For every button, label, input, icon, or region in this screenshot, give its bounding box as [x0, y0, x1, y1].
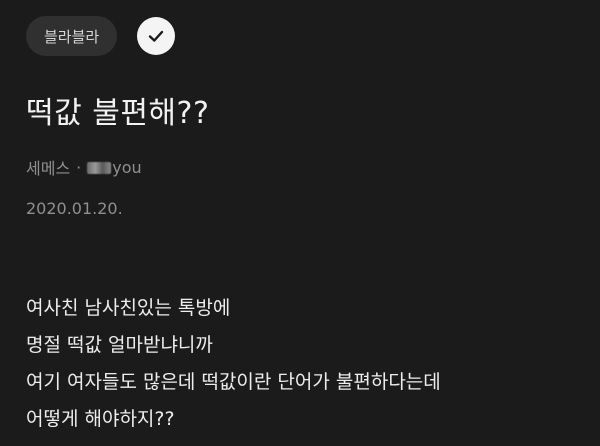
- author-nickname[interactable]: you: [87, 157, 142, 177]
- author-line: 세메스 · you: [26, 155, 142, 179]
- post-body-line: 어떻게 해야하지??: [26, 408, 175, 430]
- redacted-nickname-blur: [87, 162, 112, 174]
- post-title: 떡값 불편해??: [26, 96, 210, 131]
- post-body-line: 명절 떡값 얼마받냐니까: [26, 334, 213, 356]
- check-mark-icon: [149, 30, 164, 42]
- post-body: 여사친 남사친있는 톡방에 명절 떡값 얼마받냐니까 여기 여자들도 많은데 떡…: [26, 290, 586, 438]
- check-circle-icon: [137, 17, 176, 55]
- topic-label: 블라블라: [44, 27, 100, 46]
- topic-row: 블라블라: [26, 14, 176, 58]
- post-body-line: 여기 여자들도 많은데 떡값이란 단어가 불편하다는데: [26, 371, 441, 393]
- topic-chip[interactable]: 블라블라: [26, 16, 118, 56]
- meta-separator: ·: [76, 157, 82, 177]
- author-nickname-visible: you: [112, 157, 142, 177]
- author-company[interactable]: 세메스: [26, 155, 70, 179]
- post-body-line: 여사친 남사친있는 톡방에: [26, 297, 231, 319]
- post-date: 2020.01.20.: [26, 199, 123, 218]
